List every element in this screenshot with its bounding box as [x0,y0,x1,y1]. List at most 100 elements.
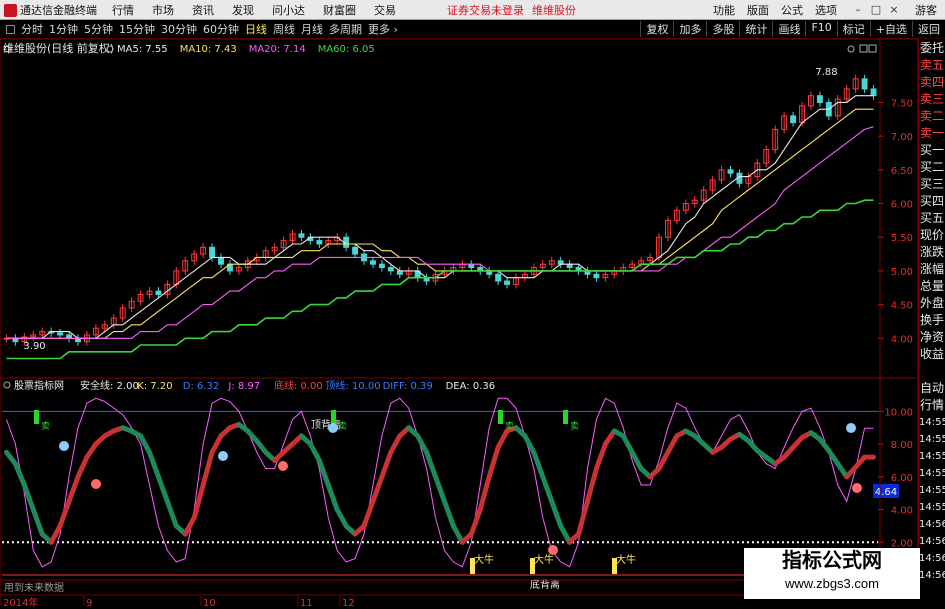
candle-body [861,78,868,90]
stock-title: 维维股份(日线 前复权) [3,41,114,55]
panel-option-icon[interactable] [847,45,855,53]
sidebar-item-18: 收益 [919,347,944,361]
k-ribbon-segment [540,474,555,504]
sidebar-item-22[interactable]: 14:55 [919,414,945,431]
k-ribbon-segment [495,428,510,450]
sell-signal-4-label: 卖 [570,421,579,432]
signal-dot-4 [328,423,338,433]
candle-body [57,332,64,336]
k-ribbon-segment [334,507,349,529]
sell-signal-1-bar [34,410,39,424]
sidebar-item-9: 买四 [919,194,944,208]
ma-value-2: MA20: 7.14 [249,44,306,55]
signal-dot-6 [846,423,856,433]
ma-value-1: MA10: 7.43 [180,44,237,55]
sidebar-item-8: 买三 [919,177,944,191]
bull-signal-1-label: 大牛 [474,553,494,566]
sidebar-item-24[interactable]: 14:55 [919,448,945,465]
k-ribbon-segment [433,474,447,504]
chart-frame [0,38,919,596]
date-label-3: 11 [300,598,313,609]
indicator-settings-icon[interactable] [3,381,11,389]
bull-signal-2-label: 大牛 [534,553,554,566]
k-ribbon-segment [486,444,501,480]
price-tick-label: 4.50 [891,301,913,312]
high-price-label: 7.88 [815,67,837,78]
date-label-2: 10 [203,598,216,609]
k-ribbon-segment [200,449,215,488]
ma-value-3: MA60: 6.05 [318,44,375,55]
signal-dot-5 [548,545,558,555]
sidebar-item-5: 卖一 [919,126,944,140]
signal-dot-3 [278,461,288,471]
sidebar-item-27[interactable]: 14:55 [919,499,945,516]
sidebar-item-20[interactable]: 自动 [919,380,945,397]
future-data-hint: 用到未来数据 [4,581,64,594]
k-ribbon-segment [549,498,564,529]
k-ribbon-segment [325,482,340,513]
sidebar-item-12: 涨跌 [919,245,944,259]
sidebar-item-0: 委托 [919,41,944,55]
sidebar-item-11: 现价 [919,228,944,242]
sidebar-item-29[interactable]: 14:56 [919,533,945,550]
indicator-value-2: D: 6.32 [183,381,220,392]
candle-body [387,267,394,272]
chart-canvas[interactable]: 4.00 4.50 5.00 5.50 6.00 6.50 7.00 7.50 7.88 3.90… [0,0,945,609]
price-tick-label: 7.50 [891,98,913,109]
k-ribbon-segment [307,441,322,463]
k-ribbon-segment [155,474,170,504]
indicator-tick-label: 6.00 [891,473,913,484]
sidebar-item-7: 买二 [919,160,944,174]
candle-body [209,246,216,258]
price-tick-label: 7.00 [891,132,913,143]
price-tick-label: 5.00 [891,267,913,278]
panel-expand-icon[interactable] [859,44,868,53]
sell-signal-2-label: 卖 [338,421,347,432]
signal-dot-7 [852,483,862,493]
k-ribbon-segment [450,523,465,545]
panel-restore-icon[interactable] [868,44,877,53]
low-price-label: 3.90 [23,341,45,352]
candle-body [495,273,502,282]
k-ribbon-segment [146,449,161,480]
candle-body [370,260,376,265]
sidebar-item-26[interactable]: 14:55 [919,482,945,499]
sidebar-item-16: 换手 [919,313,944,327]
date-label-0: 2014年 [3,596,38,609]
sidebar-item-31[interactable]: 14:56 [919,567,945,584]
sidebar-item-21[interactable]: 行情 [919,397,945,414]
sell-signal-4-bar [563,410,568,424]
k-ribbon-segment [477,474,492,513]
indicator-value-4: 底线: 0.00 [274,379,323,392]
sidebar-item-14: 总量 [919,279,944,293]
watermark-banner: 指标公式网 www.zbgs3.com [744,548,920,599]
k-ribbon-segment [584,466,599,504]
candle-body [378,263,385,269]
k-ribbon-segment [620,433,635,455]
k-ribbon-segment [379,449,394,480]
signal-dot-0 [59,441,69,451]
price-chart-panel[interactable]: 4.00 4.50 5.00 5.50 6.00 6.50 7.00 7.50 7.88 3.90… [3,41,913,360]
indicator-value-6: DIFF: 0.39 [383,381,433,392]
indicator-value-7: DEA: 0.36 [446,381,496,392]
sidebar-item-30[interactable]: 14:56 [919,550,945,567]
k-ribbon-segment [388,433,403,455]
indicator-value-1: K: 7.20 [137,381,172,392]
candle-body [155,290,162,295]
k-ribbon-segment [593,441,608,472]
sidebar-item-25[interactable]: 14:55 [919,465,945,482]
k-ribbon-segment [441,498,456,529]
date-label-1: 9 [86,598,92,609]
sidebar-item-28[interactable]: 14:56 [919,516,945,533]
sidebar-item-13: 涨幅 [919,262,944,276]
k-ribbon-segment [522,433,537,455]
k-ribbon-segment [66,474,81,504]
k-ribbon-segment [361,498,376,529]
candle-body [593,273,600,279]
price-tick-label: 4.00 [891,334,913,345]
quote-sidebar: 委托 卖五 卖四 卖三 卖二 卖一 买一 买二 买三 买四 买五 现价 涨跌 涨幅 总量 外盘 换手 净资 收益 自动… [918,40,945,595]
sidebar-item-15: 外盘 [919,296,944,310]
sidebar-item-23[interactable]: 14:55 [919,431,945,448]
candle-body [727,169,734,174]
price-tick-label: 5.50 [891,233,913,244]
